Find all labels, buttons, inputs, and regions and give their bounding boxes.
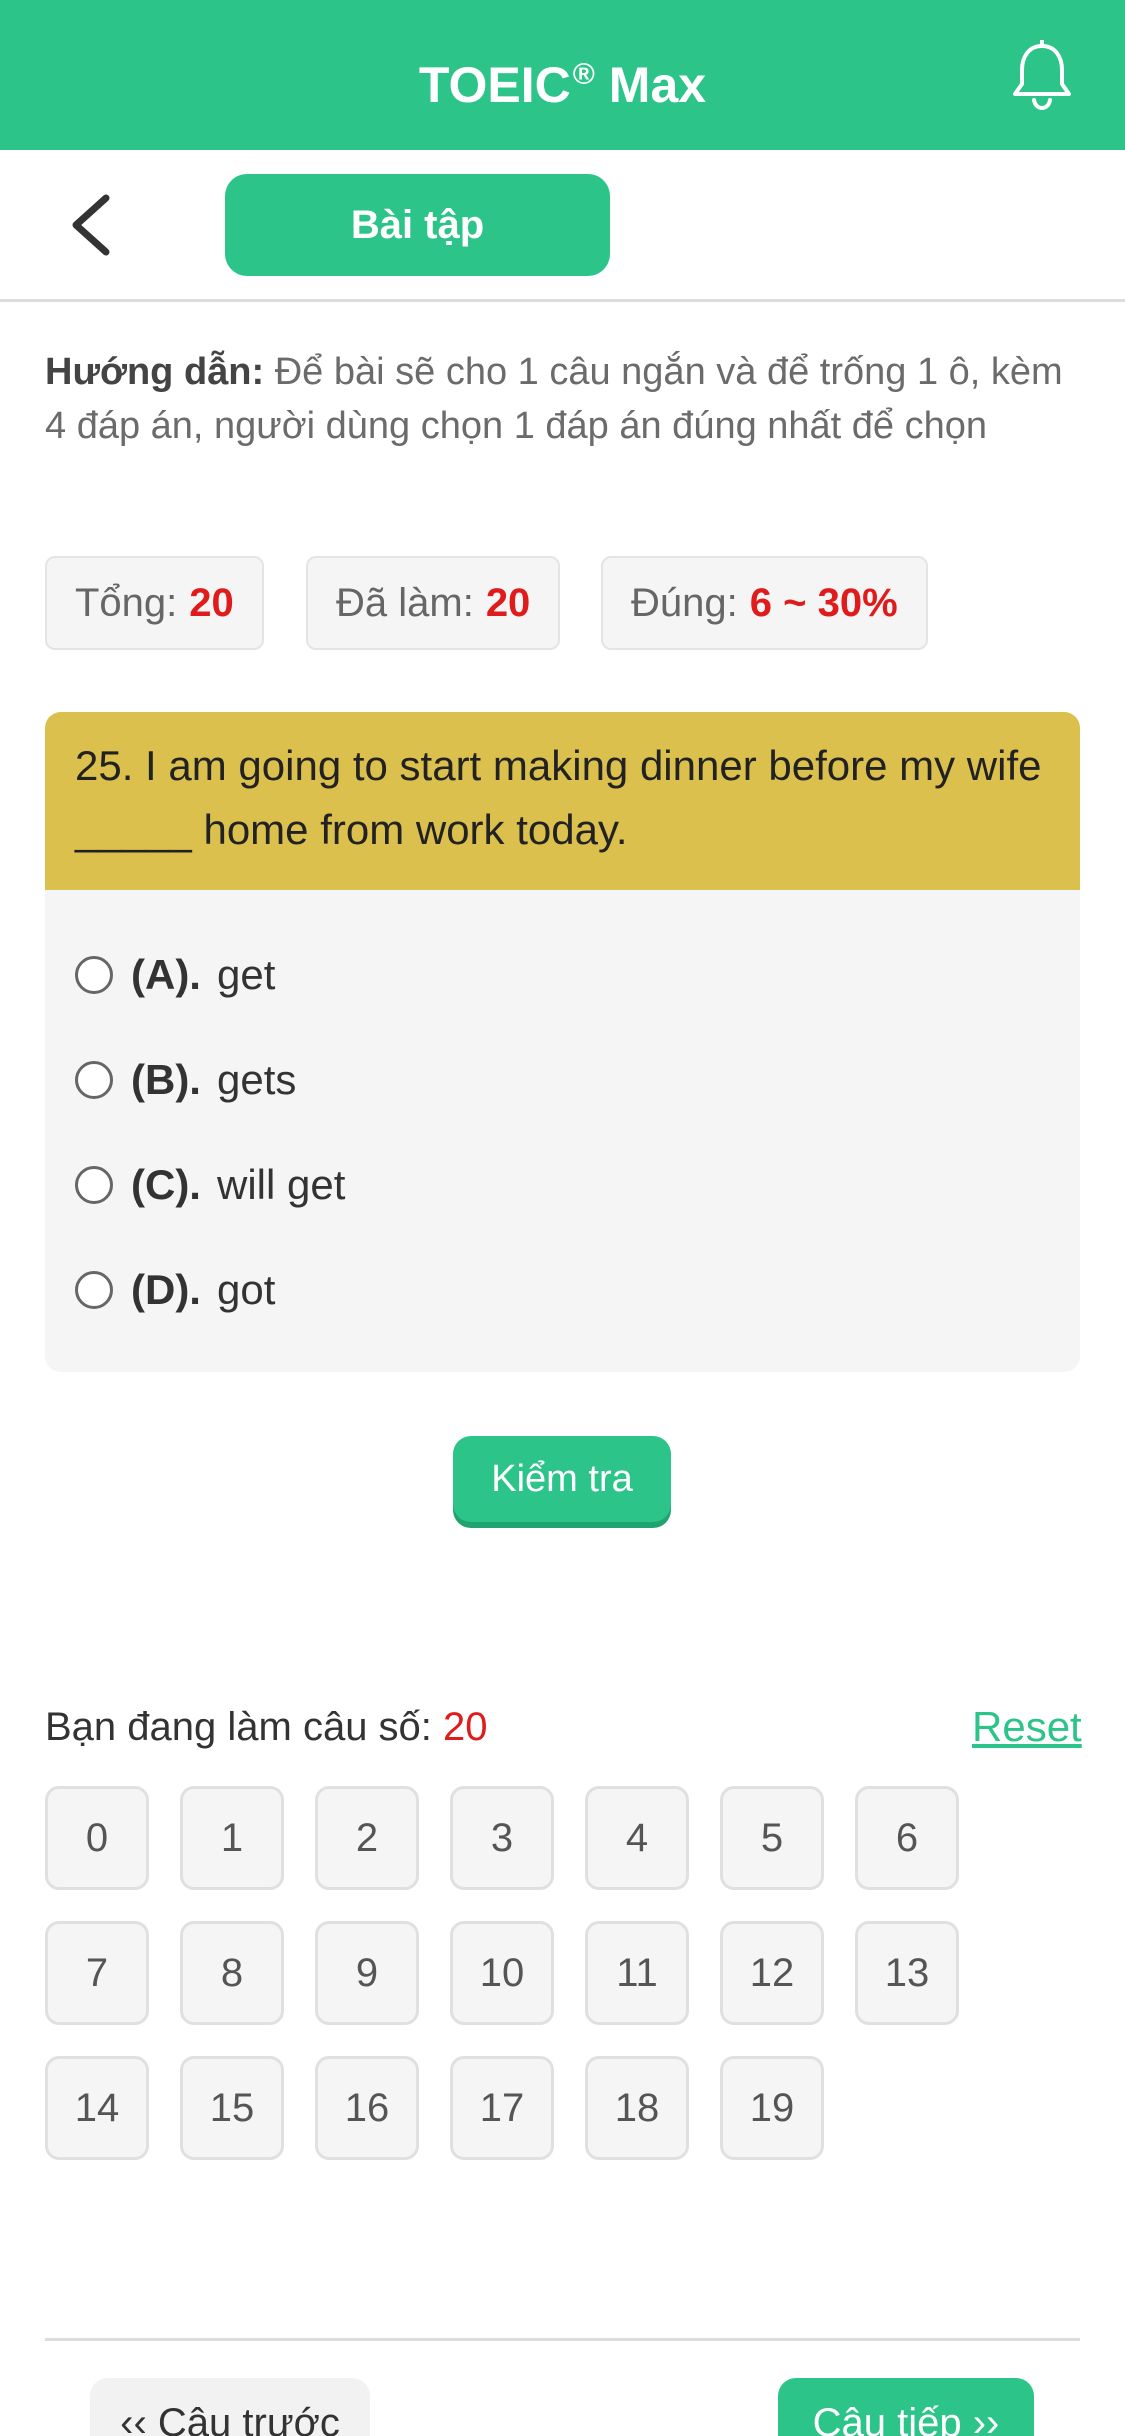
option-label: (A). <box>131 951 201 998</box>
option-label: (D). <box>131 1266 201 1313</box>
app-title-main: TOEIC <box>418 57 571 113</box>
question-text: 25. I am going to start making dinner be… <box>45 712 1080 890</box>
question-number-button[interactable]: 15 <box>180 2056 284 2160</box>
tab-exercise[interactable]: Bài tập <box>225 174 610 276</box>
stat-value: 20 <box>189 581 234 625</box>
instructions: Hướng dẫn: Để bài sẽ cho 1 câu ngắn và đ… <box>45 345 1085 453</box>
instructions-label: Hướng dẫn: <box>45 351 265 393</box>
option-label: (C). <box>131 1161 201 1208</box>
current-question-label: Bạn đang làm câu số: <box>45 1705 432 1749</box>
previous-question-button[interactable]: ‹‹ Câu trước <box>90 2378 370 2436</box>
bell-icon[interactable] <box>1010 40 1074 112</box>
stat-done: Đã làm: 20 <box>306 556 561 650</box>
stat-total: Tổng: 20 <box>45 556 264 650</box>
top-bar: TOEIC® Max <box>0 0 1125 150</box>
next-question-button[interactable]: Câu tiếp ›› <box>778 2378 1034 2436</box>
question-number-button[interactable]: 11 <box>585 1921 689 2025</box>
question-number-button[interactable]: 5 <box>720 1786 824 1890</box>
stat-label: Đúng: <box>631 581 738 625</box>
sub-navigation: Bài tập <box>0 150 1125 302</box>
chevron-left-icon[interactable] <box>66 192 116 258</box>
question-number-button[interactable]: 19 <box>720 2056 824 2160</box>
reset-link[interactable]: Reset <box>972 1695 1082 1759</box>
question-number-button[interactable]: 4 <box>585 1786 689 1890</box>
option-text: gets <box>216 1056 297 1103</box>
option-c[interactable]: (C). will get <box>75 1150 345 1220</box>
question-number-button[interactable]: 3 <box>450 1786 554 1890</box>
option-label: (B). <box>131 1056 201 1103</box>
stat-label: Tổng: <box>75 581 178 625</box>
question-number-button[interactable]: 17 <box>450 2056 554 2160</box>
option-d[interactable]: (D). got <box>75 1255 275 1325</box>
question-number-button[interactable]: 7 <box>45 1921 149 2025</box>
question-number-button[interactable]: 18 <box>585 2056 689 2160</box>
radio-button[interactable] <box>75 1166 113 1204</box>
question-number-button[interactable]: 10 <box>450 1921 554 2025</box>
option-text: got <box>216 1266 276 1313</box>
option-text: will get <box>216 1161 346 1208</box>
app-title-mark: ® <box>572 58 595 91</box>
option-b[interactable]: (B). gets <box>75 1045 296 1115</box>
question-number-button[interactable]: 0 <box>45 1786 149 1890</box>
stat-label: Đã làm: <box>336 581 474 625</box>
radio-button[interactable] <box>75 956 113 994</box>
option-text: get <box>216 951 276 998</box>
current-question: Bạn đang làm câu số: 20 <box>45 1695 488 1759</box>
stat-value: 6 ~ 30% <box>749 581 898 625</box>
question-number-button[interactable]: 1 <box>180 1786 284 1890</box>
divider <box>45 2338 1080 2341</box>
question-number-button[interactable]: 9 <box>315 1921 419 2025</box>
check-button[interactable]: Kiểm tra <box>453 1436 671 1522</box>
question-number-button[interactable]: 2 <box>315 1786 419 1890</box>
app-title: TOEIC® Max <box>0 0 1125 150</box>
radio-button[interactable] <box>75 1271 113 1309</box>
app-title-suffix: Max <box>594 57 707 113</box>
current-question-number: 20 <box>443 1705 488 1749</box>
question-number-button[interactable]: 6 <box>855 1786 959 1890</box>
question-number-button[interactable]: 12 <box>720 1921 824 2025</box>
option-a[interactable]: (A). get <box>75 940 275 1010</box>
radio-button[interactable] <box>75 1061 113 1099</box>
stat-correct: Đúng: 6 ~ 30% <box>601 556 928 650</box>
question-number-button[interactable]: 16 <box>315 2056 419 2160</box>
stat-value: 20 <box>485 581 531 625</box>
question-number-button[interactable]: 8 <box>180 1921 284 2025</box>
question-number-button[interactable]: 13 <box>855 1921 959 2025</box>
question-number-button[interactable]: 14 <box>45 2056 149 2160</box>
question-card: 25. I am going to start making dinner be… <box>45 712 1080 1372</box>
